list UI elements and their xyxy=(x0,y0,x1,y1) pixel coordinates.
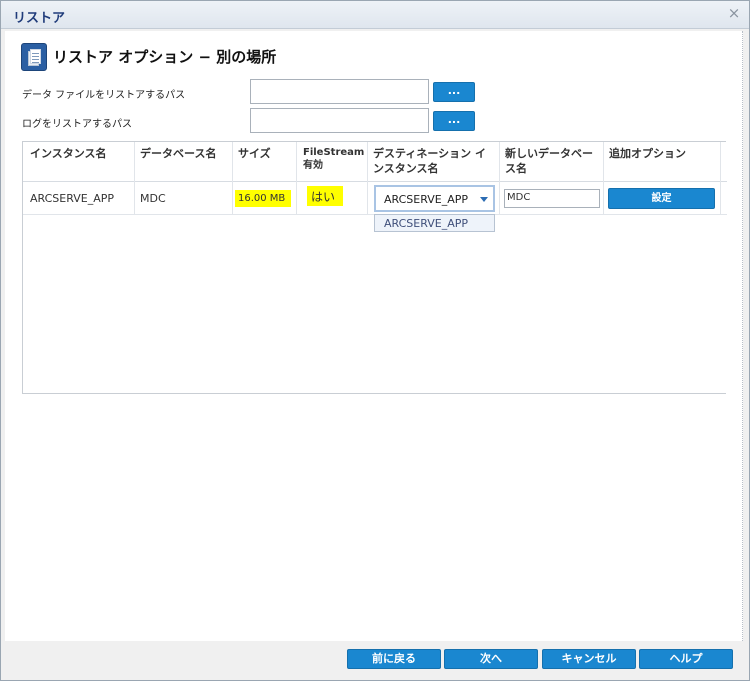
title-bar: リストア × xyxy=(1,1,749,29)
col-extra-options: 追加オプション xyxy=(609,147,686,160)
cell-database: MDC xyxy=(140,192,166,205)
dest-instance-select[interactable]: ARCSERVE_APP xyxy=(374,185,495,212)
log-browse-button[interactable]: ... xyxy=(433,111,475,131)
col-size: サイズ xyxy=(238,147,271,160)
page-title: リストア オプション − 別の場所 xyxy=(53,48,277,66)
col-instance-name: インスタンス名 xyxy=(30,147,107,160)
cancel-button[interactable]: キャンセル xyxy=(542,649,636,669)
col-dest-instance-line2: ンスタンス名 xyxy=(373,162,439,175)
cell-instance: ARCSERVE_APP xyxy=(30,192,115,205)
grid-header: インスタンス名 データベース名 サイズ FileStream 有効 デスティネー… xyxy=(23,142,727,182)
document-stack-icon xyxy=(21,43,47,71)
back-button[interactable]: 前に戻る xyxy=(347,649,441,669)
next-button[interactable]: 次へ xyxy=(444,649,538,669)
log-path-input[interactable] xyxy=(250,108,429,133)
close-icon[interactable]: × xyxy=(727,5,741,21)
new-database-name-input[interactable]: MDC xyxy=(504,189,600,208)
dest-instance-value: ARCSERVE_APP xyxy=(384,193,469,206)
col-dest-instance-line1: デスティネーション イ xyxy=(373,147,486,160)
table-row[interactable]: ARCSERVE_APP MDC 16.00 MB はい ARCSERVE_AP… xyxy=(23,182,727,215)
data-file-path-label: データ ファイルをリストアするパス xyxy=(22,90,186,101)
chevron-down-icon[interactable] xyxy=(480,197,488,202)
col-filestream-line2: 有効 xyxy=(303,160,323,171)
col-database-name: データベース名 xyxy=(140,147,217,160)
restore-dialog: リストア × リストア オプション − 別の場所 データ ファイルをリストアする… xyxy=(0,0,750,681)
data-file-path-input[interactable] xyxy=(250,79,429,104)
scrollbar-track[interactable] xyxy=(742,31,748,641)
settings-button[interactable]: 設定 xyxy=(608,188,715,209)
new-database-name-value: MDC xyxy=(507,192,531,203)
data-file-browse-button[interactable]: ... xyxy=(433,82,475,102)
cell-size: 16.00 MB xyxy=(238,193,286,204)
log-path-label: ログをリストアするパス xyxy=(22,119,132,130)
col-new-db-line1: 新しいデータベー xyxy=(505,147,593,160)
dest-instance-dropdown-list: ARCSERVE_APP xyxy=(374,214,495,232)
cell-filestream: はい xyxy=(311,190,336,204)
instance-grid: インスタンス名 データベース名 サイズ FileStream 有効 デスティネー… xyxy=(22,141,727,394)
window-title: リストア xyxy=(13,11,66,26)
col-new-db-line2: ス名 xyxy=(505,162,527,175)
help-button[interactable]: ヘルプ xyxy=(639,649,733,669)
dropdown-option[interactable]: ARCSERVE_APP xyxy=(384,217,468,230)
content-panel: リストア オプション − 別の場所 データ ファイルをリストアするパス ... … xyxy=(5,31,743,641)
